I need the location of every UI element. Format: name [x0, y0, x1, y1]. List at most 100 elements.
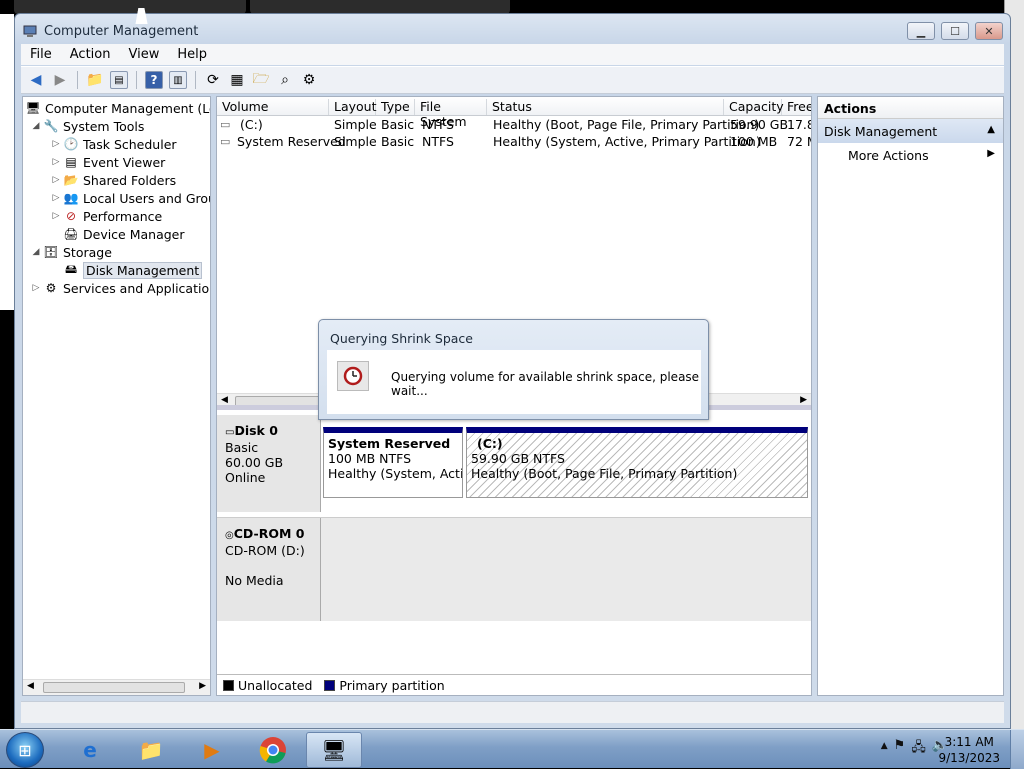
expand-arrow-icon[interactable]: ◢ — [29, 121, 43, 131]
performance-icon: ⊘ — [65, 209, 77, 223]
column-status[interactable]: Status — [487, 99, 724, 115]
title-bar: Computer Management ▁ ☐ ✕ — [15, 14, 1010, 44]
tree-item-event-viewer[interactable]: ▷ ▤ Event Viewer — [49, 153, 166, 171]
legend-primary: Primary partition — [339, 677, 445, 693]
tree-horizontal-scrollbar[interactable]: ◀ ▶ — [23, 679, 210, 695]
minimize-button[interactable]: ▁ — [907, 22, 935, 40]
menu-action[interactable]: Action — [61, 47, 120, 62]
clock-icon — [337, 361, 369, 391]
tree-item-root[interactable]: 🖥Computer Management (Local — [25, 99, 210, 117]
column-file-system[interactable]: File System — [415, 99, 487, 129]
tree-item-shared-folders[interactable]: ▷ 📂 Shared Folders — [49, 171, 177, 189]
start-button[interactable]: ⊞ — [6, 732, 44, 768]
forward-arrow-icon[interactable]: ▶ — [51, 71, 69, 89]
cdrom-header[interactable]: ◎CD-ROM 0 CD-ROM (D:) No Media — [217, 518, 321, 621]
show-hide-tree-icon[interactable]: ▤ — [110, 71, 128, 89]
storage-icon: 🗄 — [43, 245, 59, 259]
legend-unallocated: Unallocated — [238, 677, 313, 693]
computer-icon: 🖥 — [25, 101, 41, 115]
action-center-icon[interactable]: ⚑ — [894, 738, 906, 760]
menu-file[interactable]: File — [21, 47, 61, 62]
console-tree: 🖥Computer Management (Local ◢🔧System Too… — [22, 96, 211, 696]
show-hidden-icons[interactable]: ▲ — [881, 738, 888, 760]
computer-management-taskbar-button[interactable]: 🖥 — [306, 732, 362, 768]
scroll-right-icon[interactable]: ▶ — [800, 395, 807, 405]
properties-icon[interactable]: ▦ — [228, 71, 246, 89]
up-folder-icon[interactable]: 📁 — [86, 71, 104, 89]
collapse-arrow-icon[interactable]: ▷ — [49, 193, 63, 203]
shared-folder-icon: 📂 — [63, 173, 79, 187]
media-player-icon[interactable]: ▶ — [184, 732, 240, 768]
refresh-icon[interactable]: ⟳ — [204, 71, 222, 89]
collapse-arrow-icon[interactable]: ▷ — [49, 175, 63, 185]
menu-help[interactable]: Help — [168, 47, 216, 62]
cdrom-icon: ◎ — [225, 530, 234, 541]
clock-icon: 🕑 — [63, 137, 79, 151]
toolbar-separator — [136, 71, 137, 89]
collapse-arrow-icon[interactable]: ▷ — [29, 283, 43, 293]
tree-item-device-manager[interactable]: 🖨 Device Manager — [49, 225, 184, 243]
scroll-thumb[interactable] — [43, 682, 185, 693]
services-icon: ⚙ — [45, 281, 57, 295]
partition-c[interactable]: (C:) 59.90 GB NTFS Healthy (Boot, Page F… — [466, 427, 808, 498]
settings-icon[interactable]: ⚙ — [300, 71, 318, 89]
expand-arrow-icon[interactable]: ◢ — [29, 247, 43, 257]
actions-pane: Actions Disk Management ▲ More Actions ▶ — [817, 96, 1004, 696]
partition-system-reserved[interactable]: System Reserved 100 MB NTFS Healthy (Sys… — [323, 427, 463, 498]
back-arrow-icon[interactable]: ◀ — [27, 71, 45, 89]
help-icon[interactable]: ? — [145, 71, 163, 89]
tree-item-storage[interactable]: ◢ 🗄 Storage — [29, 243, 112, 261]
show-desktop-button[interactable] — [1010, 730, 1024, 769]
collapse-arrow-icon[interactable]: ▷ — [49, 139, 63, 149]
actions-section-disk-management[interactable]: Disk Management ▲ — [818, 119, 1003, 143]
toolbar-separator — [195, 71, 196, 89]
clock-date: 9/13/2023 — [938, 751, 1000, 765]
toolbar-separator — [77, 71, 78, 89]
computer-management-icon — [23, 24, 37, 38]
background-browser-tab — [14, 0, 246, 14]
drive-icon: ▭ — [220, 135, 231, 148]
tree-item-performance[interactable]: ▷ ⊘ Performance — [49, 207, 163, 225]
maximize-button[interactable]: ☐ — [941, 22, 969, 40]
volume-row-system-reserved[interactable]: ▭ System Reserved Simple Basic NTFS Heal… — [217, 134, 811, 151]
tree-item-task-scheduler[interactable]: ▷ 🕑 Task Scheduler — [49, 135, 177, 153]
file-explorer-icon[interactable]: 📁 — [123, 732, 179, 768]
scroll-right-icon[interactable]: ▶ — [199, 681, 206, 691]
tree-item-local-users[interactable]: ▷👥Local Users and Groups — [49, 189, 210, 207]
status-bar — [21, 701, 1004, 723]
collapse-arrow-icon[interactable]: ▷ — [49, 157, 63, 167]
column-layout[interactable]: Layout — [329, 99, 377, 115]
search-icon[interactable]: ⌕ — [276, 71, 294, 89]
collapse-up-icon[interactable]: ▲ — [987, 124, 995, 135]
tree-item-system-tools[interactable]: ◢ 🔧 System Tools — [29, 117, 145, 135]
actions-header: Actions — [818, 97, 1003, 119]
tree-item-disk-management[interactable]: 🖴 Disk Management — [49, 261, 203, 279]
tree-item-services[interactable]: ▷ ⚙ Services and Applications — [29, 279, 210, 297]
volume-row-c[interactable]: ▭ (C:) Simple Basic NTFS Healthy (Boot, … — [217, 117, 811, 134]
column-type[interactable]: Type — [376, 99, 415, 115]
scroll-left-icon[interactable]: ◀ — [221, 395, 228, 405]
background-browser-tab-2 — [250, 0, 510, 14]
primary-partition-swatch — [324, 679, 336, 691]
volume-list-header: Volume Layout Type File System Status Ca… — [217, 97, 811, 129]
column-free[interactable]: Free — [782, 99, 811, 115]
open-folder-icon[interactable]: 🗁 — [252, 71, 270, 89]
clock[interactable]: 3:11 AM 9/13/2023 — [938, 734, 1000, 766]
internet-explorer-icon[interactable]: e — [62, 732, 118, 768]
scroll-left-icon[interactable]: ◀ — [27, 681, 34, 691]
cdrom-row: ◎CD-ROM 0 CD-ROM (D:) No Media — [217, 517, 811, 621]
network-icon[interactable]: 🖧 — [911, 738, 926, 760]
menu-bar: File Action View Help — [21, 44, 1004, 65]
disk-0-header[interactable]: ▭Disk 0 Basic 60.00 GB Online — [217, 415, 321, 512]
window-title: Computer Management — [44, 24, 199, 39]
show-hide-action-pane-icon[interactable]: ▥ — [169, 71, 187, 89]
column-volume[interactable]: Volume — [217, 99, 329, 115]
close-button[interactable]: ✕ — [975, 22, 1003, 40]
column-capacity[interactable]: Capacity — [724, 99, 784, 115]
collapse-arrow-icon[interactable]: ▷ — [49, 211, 63, 221]
clock-time: 3:11 AM — [944, 735, 994, 749]
chrome-icon[interactable] — [245, 732, 301, 768]
tools-icon: 🔧 — [43, 119, 59, 133]
menu-view[interactable]: View — [119, 47, 168, 62]
more-actions-item[interactable]: More Actions ▶ — [818, 143, 1003, 167]
